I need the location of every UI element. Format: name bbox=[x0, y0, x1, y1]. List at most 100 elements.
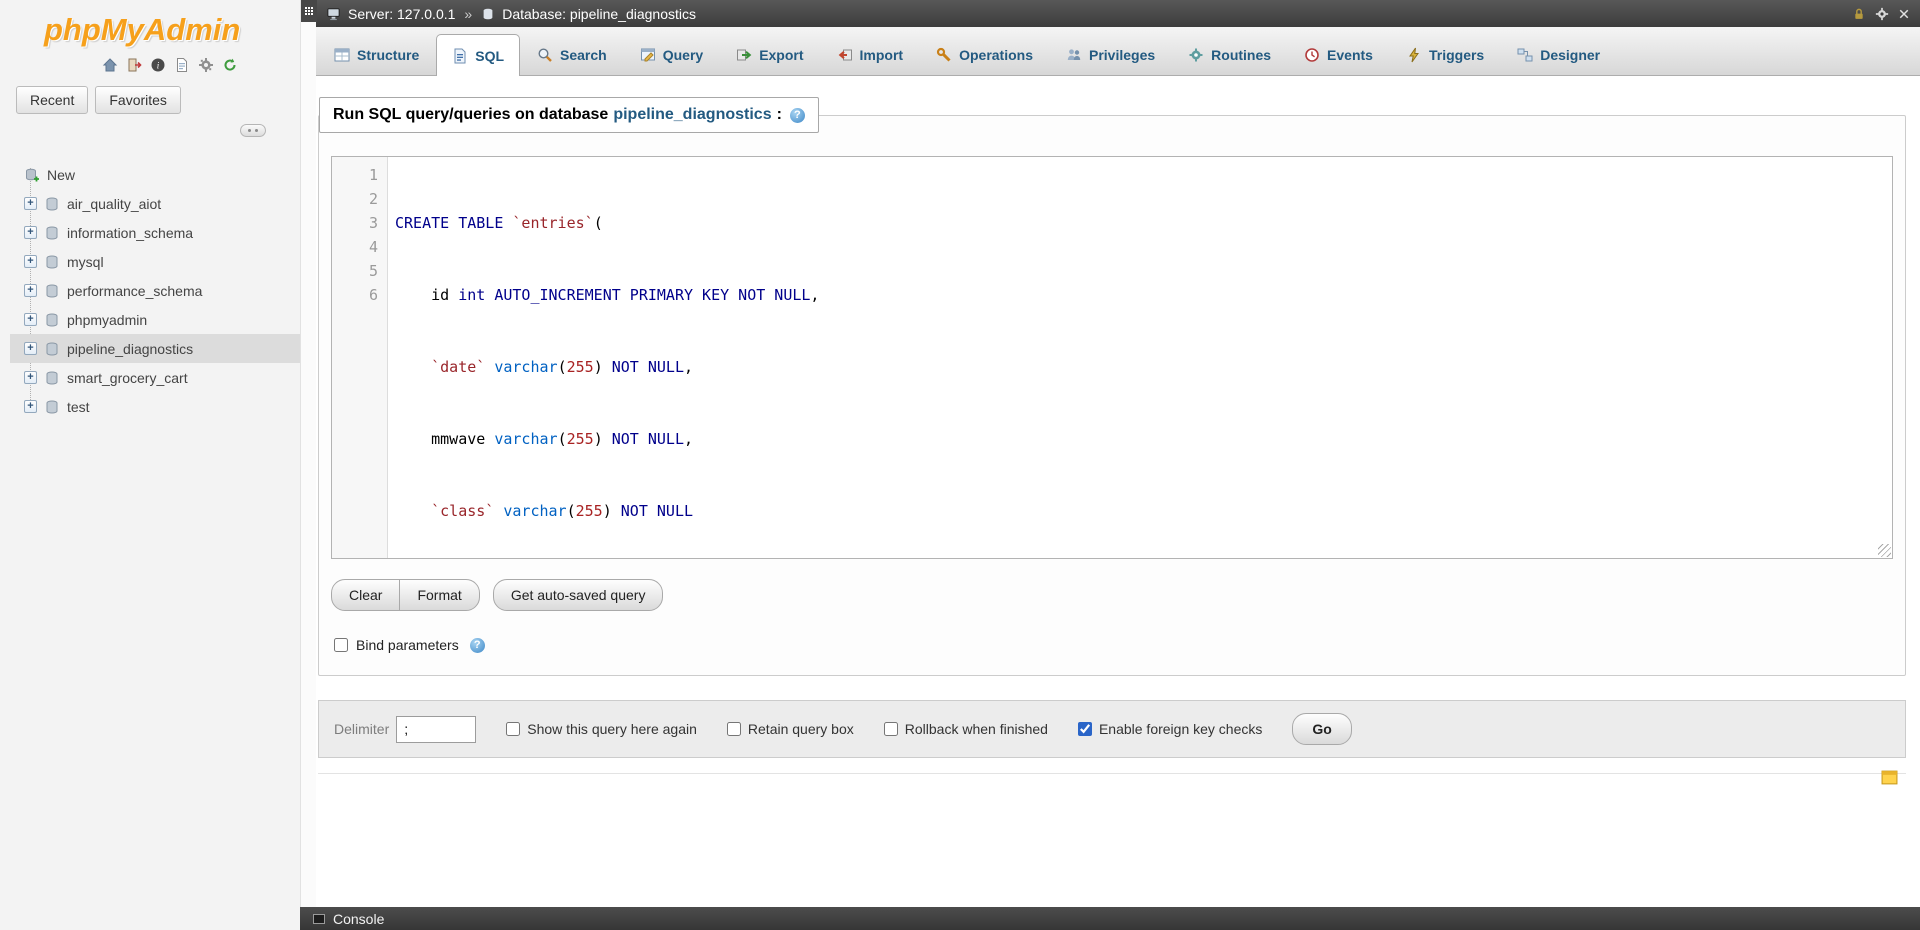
line-number: 6 bbox=[332, 283, 378, 307]
sidebar-db-information_schema[interactable]: + information_schema bbox=[10, 218, 300, 247]
code-segment-number: 255 bbox=[567, 358, 594, 376]
logo[interactable]: phpMyAdmin bbox=[0, 0, 300, 50]
tab-label: Privileges bbox=[1089, 47, 1155, 63]
option-checkbox-0[interactable]: Show this query here again bbox=[506, 721, 697, 737]
database-link[interactable]: Database: pipeline_diagnostics bbox=[502, 6, 696, 22]
tab-label: Designer bbox=[1540, 47, 1600, 63]
option-checkbox-2[interactable]: Rollback when finished bbox=[884, 721, 1048, 737]
home-icon[interactable] bbox=[101, 56, 119, 74]
title-database-link[interactable]: pipeline_diagnostics bbox=[613, 106, 771, 124]
go-button[interactable]: Go bbox=[1292, 713, 1351, 745]
sql-query-fieldset: Run SQL query/queries on database pipeli… bbox=[318, 115, 1906, 676]
reload-navigation-icon[interactable] bbox=[221, 56, 239, 74]
help-icon[interactable]: ? bbox=[470, 638, 485, 653]
foreign-key-checks-checkbox[interactable] bbox=[1078, 722, 1092, 736]
nav-collapse-handle[interactable] bbox=[240, 124, 266, 137]
results-separator bbox=[318, 773, 1906, 795]
panel-resizer[interactable] bbox=[300, 0, 316, 930]
sidebar-db-mysql[interactable]: + mysql bbox=[10, 247, 300, 276]
expand-icon[interactable]: + bbox=[24, 371, 37, 384]
server-link[interactable]: Server: 127.0.0.1 bbox=[348, 6, 455, 22]
code-segment-type: varchar bbox=[494, 358, 557, 376]
tab-privileges[interactable]: Privileges bbox=[1050, 34, 1171, 75]
clear-button[interactable]: Clear bbox=[331, 579, 400, 611]
bind-parameters-checkbox[interactable] bbox=[334, 638, 348, 652]
expand-icon[interactable]: + bbox=[24, 400, 37, 413]
code-segment-number: 255 bbox=[567, 430, 594, 448]
help-icon[interactable]: ? bbox=[790, 108, 805, 123]
tab-label: Export bbox=[759, 47, 803, 63]
tab-structure[interactable]: Structure bbox=[318, 34, 435, 75]
settings-icon[interactable] bbox=[1875, 7, 1889, 21]
mysql-docs-icon[interactable] bbox=[173, 56, 191, 74]
tab-triggers[interactable]: Triggers bbox=[1390, 34, 1500, 75]
sidebar-icon-toolbar: i bbox=[0, 50, 300, 84]
code-segment-identifier: `date` bbox=[431, 358, 485, 376]
tab-search[interactable]: Search bbox=[521, 34, 623, 75]
get-autosaved-query-button[interactable]: Get auto-saved query bbox=[493, 579, 664, 611]
sql-editor[interactable]: 1 2 3 4 5 6 CREATE TABLE `entries`( id i… bbox=[331, 156, 1893, 559]
navigation-sidebar: phpMyAdmin i Recent Favorites Ne bbox=[0, 0, 300, 930]
show-query-again-checkbox[interactable] bbox=[506, 722, 520, 736]
sidebar-db-smart_grocery_cart[interactable]: + smart_grocery_cart bbox=[10, 363, 300, 392]
query-window-icon[interactable] bbox=[1881, 769, 1898, 786]
events-icon bbox=[1304, 47, 1320, 63]
nav-toggle-icon[interactable] bbox=[301, 0, 317, 22]
console-bar[interactable]: Console bbox=[300, 907, 1920, 930]
tab-import[interactable]: Import bbox=[821, 34, 920, 75]
code-segment-type: varchar bbox=[494, 430, 557, 448]
sidebar-db-air_quality_aiot[interactable]: + air_quality_aiot bbox=[10, 189, 300, 218]
tab-sql[interactable]: SQL bbox=[436, 34, 520, 76]
tab-query[interactable]: Query bbox=[624, 34, 719, 75]
option-label: Rollback when finished bbox=[905, 721, 1048, 737]
db-label: mysql bbox=[67, 254, 104, 270]
expand-icon[interactable]: + bbox=[24, 284, 37, 297]
sql-query-title: Run SQL query/queries on database pipeli… bbox=[319, 97, 819, 133]
tab-label: Query bbox=[663, 47, 703, 63]
code-segment-identifier: `class` bbox=[431, 502, 494, 520]
rollback-checkbox[interactable] bbox=[884, 722, 898, 736]
sidebar-db-pipeline_diagnostics[interactable]: + pipeline_diagnostics bbox=[10, 334, 300, 363]
format-button[interactable]: Format bbox=[399, 579, 479, 611]
settings-icon[interactable] bbox=[197, 56, 215, 74]
search-icon bbox=[537, 47, 553, 63]
triggers-icon bbox=[1406, 47, 1422, 63]
expand-icon[interactable]: + bbox=[24, 255, 37, 268]
code-segment-plain: , bbox=[684, 430, 693, 448]
editor-resize-handle[interactable] bbox=[1878, 544, 1891, 557]
docs-icon[interactable]: i bbox=[149, 56, 167, 74]
phpmyadmin-page: { "app": { "brand": "phpMyAdmin" }, "col… bbox=[0, 0, 1920, 930]
routines-icon bbox=[1188, 47, 1204, 63]
sidebar-db-performance_schema[interactable]: + performance_schema bbox=[10, 276, 300, 305]
delimiter-input[interactable] bbox=[396, 716, 476, 743]
tab-label: Events bbox=[1327, 47, 1373, 63]
expand-icon[interactable]: + bbox=[24, 197, 37, 210]
option-checkbox-1[interactable]: Retain query box bbox=[727, 721, 854, 737]
tab-events[interactable]: Events bbox=[1288, 34, 1389, 75]
line-number: 1 bbox=[332, 163, 378, 187]
sidebar-item-new-database[interactable]: New bbox=[10, 160, 300, 189]
code-segment-identifier: `entries` bbox=[512, 214, 593, 232]
code-segment-number: 255 bbox=[576, 502, 603, 520]
expand-icon[interactable]: + bbox=[24, 226, 37, 239]
database-icon bbox=[44, 254, 60, 270]
db-label: test bbox=[67, 399, 90, 415]
tab-routines[interactable]: Routines bbox=[1172, 34, 1287, 75]
sidebar-db-test[interactable]: + test bbox=[10, 392, 300, 421]
sidebar-db-phpmyadmin[interactable]: + phpmyadmin bbox=[10, 305, 300, 334]
option-checkbox-3[interactable]: Enable foreign key checks bbox=[1078, 721, 1262, 737]
favorites-button[interactable]: Favorites bbox=[95, 86, 181, 114]
expand-icon[interactable]: + bbox=[24, 342, 37, 355]
tab-designer[interactable]: Designer bbox=[1501, 34, 1616, 75]
sql-code[interactable]: CREATE TABLE `entries`( id int AUTO_INCR… bbox=[388, 157, 1892, 558]
retain-query-box-checkbox[interactable] bbox=[727, 722, 741, 736]
expand-icon[interactable]: + bbox=[24, 313, 37, 326]
database-icon bbox=[44, 341, 60, 357]
operations-icon bbox=[936, 47, 952, 63]
recent-button[interactable]: Recent bbox=[16, 86, 88, 114]
close-icon[interactable] bbox=[1898, 8, 1910, 20]
logout-icon[interactable] bbox=[125, 56, 143, 74]
tab-export[interactable]: Export bbox=[720, 34, 819, 75]
code-segment-keyword: NOT NULL bbox=[612, 430, 684, 448]
tab-operations[interactable]: Operations bbox=[920, 34, 1049, 75]
